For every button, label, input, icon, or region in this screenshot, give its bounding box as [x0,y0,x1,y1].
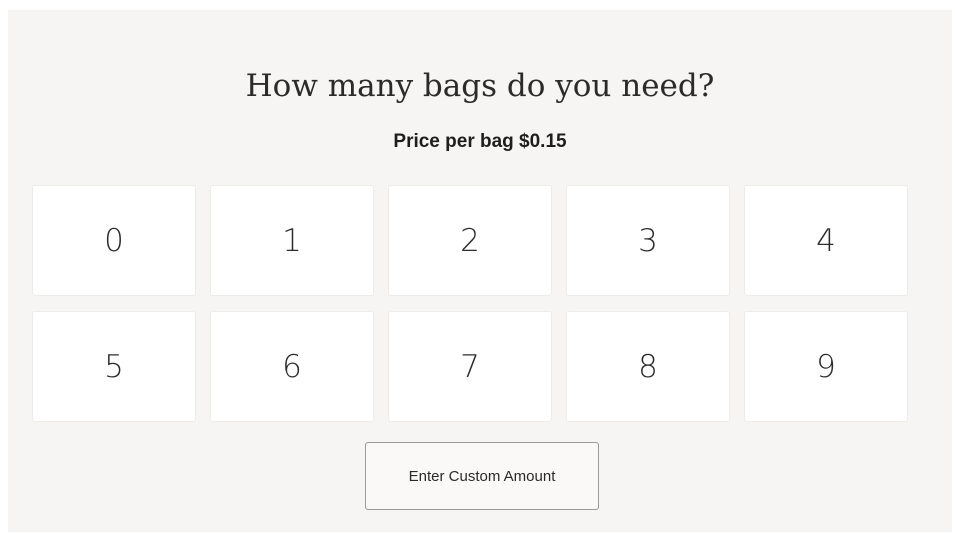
key-2-button[interactable]: 2 [388,185,552,296]
key-9-button[interactable]: 9 [744,311,908,422]
key-1-button[interactable]: 1 [210,185,374,296]
number-keypad: 0 1 2 3 4 5 6 7 8 9 [32,185,911,422]
key-0-button[interactable]: 0 [32,185,196,296]
key-7-button[interactable]: 7 [388,311,552,422]
enter-custom-amount-button[interactable]: Enter Custom Amount [365,442,599,510]
bag-selection-screen: How many bags do you need? Price per bag… [8,10,952,532]
page-title: How many bags do you need? [245,68,715,104]
key-4-button[interactable]: 4 [744,185,908,296]
key-3-button[interactable]: 3 [566,185,730,296]
price-per-bag-label: Price per bag $0.15 [393,131,567,152]
key-8-button[interactable]: 8 [566,311,730,422]
key-5-button[interactable]: 5 [32,311,196,422]
key-6-button[interactable]: 6 [210,311,374,422]
